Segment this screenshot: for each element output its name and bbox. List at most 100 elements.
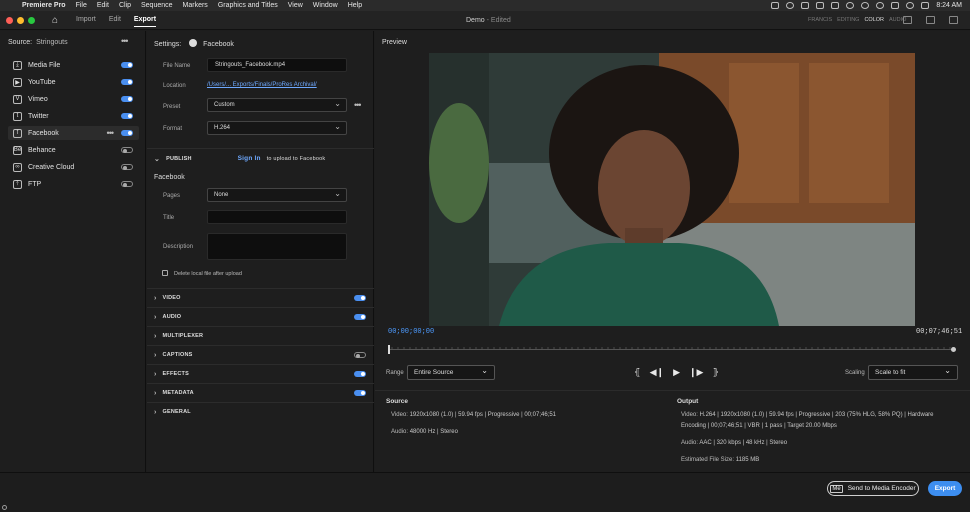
preset-dropdown[interactable]: Custom <box>207 98 347 112</box>
play-icon[interactable]: ▶ <box>673 367 680 378</box>
tab-export[interactable]: Export <box>133 16 157 27</box>
section-effects[interactable]: › EFFECTS <box>147 364 374 383</box>
workspace-editing[interactable]: EDITING <box>837 17 859 23</box>
delete-local-checkbox[interactable] <box>162 270 168 276</box>
scaling-dropdown[interactable]: Scale to fit <box>868 365 958 380</box>
search-icon[interactable] <box>906 2 915 9</box>
destination-toggle[interactable] <box>121 130 133 136</box>
moon-icon[interactable] <box>876 2 885 9</box>
menu-item-markers[interactable]: Markers <box>183 2 208 9</box>
window-controls <box>6 17 35 24</box>
destination-vimeo[interactable]: V Vimeo <box>8 92 139 106</box>
send-to-media-encoder-button[interactable]: Me Send to Media Encoder <box>827 481 919 496</box>
section-metadata[interactable]: › METADATA <box>147 383 374 402</box>
close-window-button[interactable] <box>6 17 13 24</box>
source-more-icon[interactable]: ••• <box>121 36 129 46</box>
tab-import[interactable]: Import <box>76 16 96 27</box>
section-toggle[interactable] <box>354 314 366 320</box>
pages-dropdown[interactable]: None <box>207 188 347 202</box>
format-dropdown[interactable]: H.264 <box>207 121 347 135</box>
facebook-heading: Facebook <box>154 174 185 181</box>
section-toggle[interactable] <box>354 390 366 396</box>
share-icon[interactable] <box>926 16 935 24</box>
step-forward-icon[interactable]: ❙▶ <box>689 367 703 378</box>
export-button[interactable]: Export <box>928 481 962 496</box>
record-icon[interactable] <box>846 2 855 9</box>
section-general[interactable]: › GENERAL <box>147 402 374 421</box>
preview-panel: Preview 00;00;00;00 00;07;46;51 Range En… <box>375 31 970 472</box>
document-status: - Edited <box>486 17 511 24</box>
destination-creative-cloud[interactable]: ∞ Creative Cloud <box>8 160 139 174</box>
file-name-label: File Name <box>163 63 191 69</box>
destination-media-file[interactable]: ⤓ Media File <box>8 58 139 72</box>
destination-toggle[interactable] <box>121 62 133 68</box>
publish-section[interactable]: ⌄ PUBLISH Sign In to upload to Facebook <box>147 148 374 168</box>
dropbox-icon[interactable] <box>801 2 810 9</box>
playhead-handle[interactable] <box>388 345 390 354</box>
section-toggle[interactable] <box>354 371 366 377</box>
menu-item-premiere-pro[interactable]: Premiere Pro <box>22 2 66 9</box>
title-label: Title <box>163 215 175 221</box>
menu-item-sequence[interactable]: Sequence <box>141 2 173 9</box>
screen-icon[interactable] <box>771 2 780 9</box>
workspace-francis[interactable]: FRANCIS <box>808 17 832 23</box>
section-label: AUDIO <box>162 314 182 320</box>
clock-icon[interactable] <box>861 2 870 9</box>
destination-youtube[interactable]: ▶ YouTube <box>8 75 139 89</box>
scaling-label: Scaling <box>845 370 865 376</box>
range-dropdown[interactable]: Entire Source <box>407 365 495 380</box>
workflow-tabs: Import Edit Export <box>76 16 157 27</box>
description-field[interactable] <box>207 233 347 260</box>
step-back-icon[interactable]: ◀❙ <box>650 367 664 378</box>
app-header: ⌂ Import Edit Export Demo - Edited FRANC… <box>0 11 970 30</box>
creative-cloud-icon[interactable] <box>786 2 795 9</box>
destination-toggle[interactable] <box>121 147 133 153</box>
wifi-icon[interactable] <box>891 2 900 9</box>
file-name-field[interactable]: Stringouts_Facebook.mp4 <box>207 58 347 72</box>
destination-toggle[interactable] <box>121 96 133 102</box>
menu-item-edit[interactable]: Edit <box>97 2 109 9</box>
timeline-scrubber[interactable] <box>388 345 956 354</box>
section-video[interactable]: › VIDEO <box>147 288 374 307</box>
set-out-icon[interactable]: ⦄ <box>712 367 719 378</box>
section-captions[interactable]: › CAPTIONS <box>147 345 374 364</box>
destination-facebook[interactable]: f Facebook ••• <box>8 126 139 140</box>
camera-icon[interactable] <box>831 2 840 9</box>
menu-item-help[interactable]: Help <box>348 2 362 9</box>
preset-more-icon[interactable]: ••• <box>354 100 362 110</box>
fullscreen-icon[interactable] <box>949 16 958 24</box>
sign-in-link[interactable]: Sign In <box>238 155 261 162</box>
location-link[interactable]: /Users/... Exports/Finals/ProRes Archiva… <box>207 82 317 88</box>
title-field[interactable] <box>207 210 347 224</box>
minimize-window-button[interactable] <box>17 17 24 24</box>
workspaces-icon[interactable] <box>903 16 912 24</box>
destination-ftp[interactable]: ⤒ FTP <box>8 177 139 191</box>
menu-item-view[interactable]: View <box>288 2 303 9</box>
destination-toggle[interactable] <box>121 181 133 187</box>
destination-behance[interactable]: Bē Behance <box>8 143 139 157</box>
destination-toggle[interactable] <box>121 164 133 170</box>
control-center-icon[interactable] <box>921 2 930 9</box>
tab-edit[interactable]: Edit <box>109 16 121 27</box>
destination-toggle[interactable] <box>121 113 133 119</box>
cloud-icon[interactable] <box>816 2 825 9</box>
pages-label: Pages <box>163 193 181 199</box>
destination-more-icon[interactable]: ••• <box>107 128 115 138</box>
menu-item-file[interactable]: File <box>76 2 87 9</box>
document-title: Demo - Edited <box>466 17 511 24</box>
section-multiplexer[interactable]: › MULTIPLEXER <box>147 326 374 345</box>
section-toggle[interactable] <box>354 295 366 301</box>
menu-item-window[interactable]: Window <box>313 2 338 9</box>
timecode-start[interactable]: 00;00;00;00 <box>388 328 434 336</box>
menu-item-graphics-and-titles[interactable]: Graphics and Titles <box>218 2 278 9</box>
destination-toggle[interactable] <box>121 79 133 85</box>
home-icon[interactable]: ⌂ <box>52 15 58 26</box>
section-audio[interactable]: › AUDIO <box>147 307 374 326</box>
workspace-color[interactable]: COLOR <box>864 17 884 23</box>
set-in-icon[interactable]: ⦃ <box>634 367 641 378</box>
out-point-handle[interactable] <box>951 347 956 352</box>
menu-item-clip[interactable]: Clip <box>119 2 131 9</box>
section-toggle[interactable] <box>354 352 366 358</box>
destination-twitter[interactable]: t Twitter <box>8 109 139 123</box>
zoom-window-button[interactable] <box>28 17 35 24</box>
